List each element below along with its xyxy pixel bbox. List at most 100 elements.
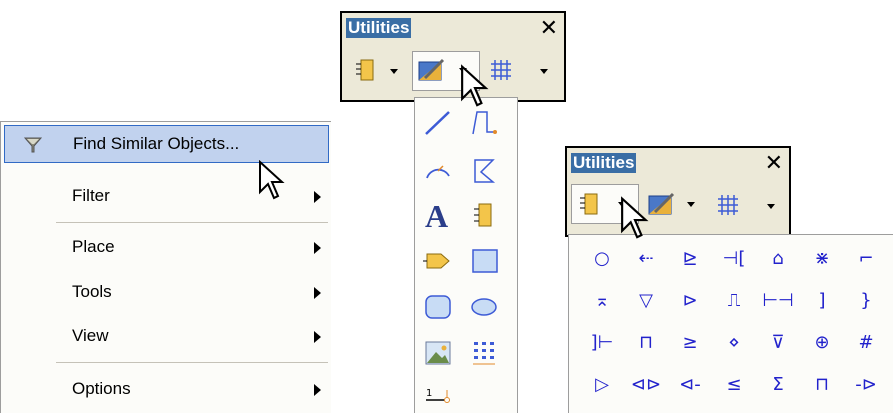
- chevron-down-icon[interactable]: [687, 202, 695, 207]
- power-object-item[interactable]: }: [845, 281, 887, 321]
- menu-item-place[interactable]: Place: [4, 229, 329, 267]
- power-object-item[interactable]: ⊲⊳: [625, 365, 667, 405]
- line-tool[interactable]: [421, 106, 461, 144]
- component-button[interactable]: [350, 57, 410, 87]
- menu-icon-strip: [1, 122, 51, 413]
- drawing-tools-icon: [418, 58, 445, 81]
- component-icon: [580, 193, 598, 215]
- close-icon[interactable]: ✕: [765, 150, 783, 176]
- ellipse-icon: [471, 298, 497, 316]
- image-tool[interactable]: [421, 336, 461, 374]
- toolbar-title: Utilities: [346, 18, 412, 38]
- text-tool[interactable]: A: [421, 198, 461, 236]
- power-object-item[interactable]: ⊳: [669, 281, 711, 321]
- close-icon[interactable]: ✕: [540, 15, 558, 41]
- toolbar-title: Utilities: [571, 153, 637, 173]
- svg-text:1: 1: [426, 388, 432, 399]
- rectangle-icon: [472, 249, 498, 273]
- pin-icon: 1: [426, 388, 450, 403]
- chevron-down-icon[interactable]: [767, 204, 775, 209]
- power-object-item[interactable]: ⌂: [757, 239, 799, 279]
- power-object-item[interactable]: ⊵: [669, 239, 711, 279]
- bezier-icon: [472, 111, 497, 135]
- polygon-tool[interactable]: [467, 154, 507, 192]
- power-object-item[interactable]: ]: [801, 281, 843, 321]
- power-object-item[interactable]: ⊓: [801, 365, 843, 405]
- port-tool[interactable]: [421, 244, 461, 282]
- toolbar-titlebar[interactable]: Utilities ✕: [342, 13, 564, 41]
- part-icon: [474, 203, 492, 227]
- power-object-item[interactable]: ⊣[: [713, 239, 755, 279]
- toolbar-titlebar[interactable]: Utilities ✕: [567, 148, 789, 176]
- menu-item-label: Filter: [72, 186, 110, 205]
- power-object-item[interactable]: ]⊢: [581, 323, 623, 363]
- power-object-item[interactable]: ⊕: [801, 323, 843, 363]
- submenu-arrow-icon: [314, 384, 321, 396]
- power-object-item[interactable]: ⊓: [625, 323, 667, 363]
- grid-button[interactable]: [717, 192, 777, 222]
- grid-button[interactable]: [490, 57, 550, 87]
- arc-tool[interactable]: [421, 154, 461, 192]
- menu-item-label: Options: [72, 379, 131, 398]
- mouse-cursor-icon: [461, 64, 489, 107]
- menu-item-label: Find Similar Objects...: [73, 134, 240, 153]
- submenu-arrow-icon: [314, 242, 321, 254]
- bezier-tool[interactable]: [467, 106, 507, 144]
- arc-icon: [426, 165, 450, 179]
- rounded-rectangle-icon: [425, 295, 451, 319]
- rectangle-tool[interactable]: [467, 244, 507, 282]
- chevron-down-icon[interactable]: [390, 69, 398, 74]
- rounded-rectangle-tool[interactable]: [421, 290, 461, 328]
- drawing-tools-dropdown: A 1: [414, 97, 518, 413]
- chevron-down-icon[interactable]: [540, 69, 548, 74]
- ellipse-tool[interactable]: [467, 290, 507, 328]
- power-object-item[interactable]: ⊲-: [669, 365, 711, 405]
- power-object-item[interactable]: ○: [581, 239, 623, 279]
- power-object-item[interactable]: Σ: [757, 365, 799, 405]
- power-objects-dropdown: ○ ⇠ ⊵ ⊣[ ⌂ ⋇ ⌐ ⌅ ▽ ⊳ ⎍ ⊢⊣ ] } ]⊢ ⊓ ≥ ⋄ ⊽…: [568, 234, 893, 413]
- power-object-item[interactable]: -⊳: [845, 365, 887, 405]
- image-icon: [425, 341, 451, 365]
- text-icon: A: [425, 198, 449, 234]
- menu-item-find-similar-objects[interactable]: Find Similar Objects...: [4, 125, 329, 163]
- menu-item-label: View: [72, 326, 109, 345]
- submenu-arrow-icon: [314, 287, 321, 299]
- power-object-item[interactable]: ⌐: [845, 239, 887, 279]
- utilities-toolbar-top: Utilities ✕: [340, 11, 566, 102]
- menu-separator: [56, 222, 328, 223]
- power-object-item[interactable]: ▷: [581, 365, 623, 405]
- utilities-toolbar-bottom: Utilities ✕: [565, 146, 791, 237]
- submenu-arrow-icon: [314, 331, 321, 343]
- power-object-item[interactable]: ≤: [713, 365, 755, 405]
- power-object-item[interactable]: ⋇: [801, 239, 843, 279]
- power-object-item[interactable]: ⇠: [625, 239, 667, 279]
- power-object-item[interactable]: ⌅: [581, 281, 623, 321]
- mouse-cursor-icon: [621, 196, 649, 239]
- port-icon: [423, 253, 450, 269]
- pin-tool[interactable]: 1: [421, 380, 461, 418]
- line-icon: [425, 111, 450, 135]
- power-object-item[interactable]: ⊢⊣: [757, 281, 799, 321]
- submenu-arrow-icon: [314, 191, 321, 203]
- power-object-item[interactable]: ⎍: [713, 281, 755, 321]
- grid-icon: [718, 195, 738, 215]
- power-object-item[interactable]: ⊽: [757, 323, 799, 363]
- menu-separator: [56, 362, 328, 363]
- polygon-icon: [474, 159, 496, 183]
- power-object-item[interactable]: ≥: [669, 323, 711, 363]
- array-tool[interactable]: [467, 336, 507, 374]
- drawing-tools-button[interactable]: [647, 190, 707, 220]
- menu-item-options[interactable]: Options: [4, 371, 329, 409]
- menu-item-view[interactable]: View: [4, 318, 329, 356]
- drawing-tools-icon: [648, 192, 675, 215]
- mouse-cursor-icon: [259, 160, 285, 200]
- funnel-icon: [23, 137, 43, 153]
- power-object-item[interactable]: ⋄: [713, 323, 755, 363]
- grid-icon: [491, 60, 511, 80]
- menu-item-label: Place: [72, 237, 115, 256]
- menu-item-label: Tools: [72, 282, 112, 301]
- power-object-item[interactable]: #: [845, 323, 887, 363]
- power-object-item[interactable]: ▽: [625, 281, 667, 321]
- part-tool[interactable]: [467, 198, 507, 236]
- menu-item-tools[interactable]: Tools: [4, 274, 329, 312]
